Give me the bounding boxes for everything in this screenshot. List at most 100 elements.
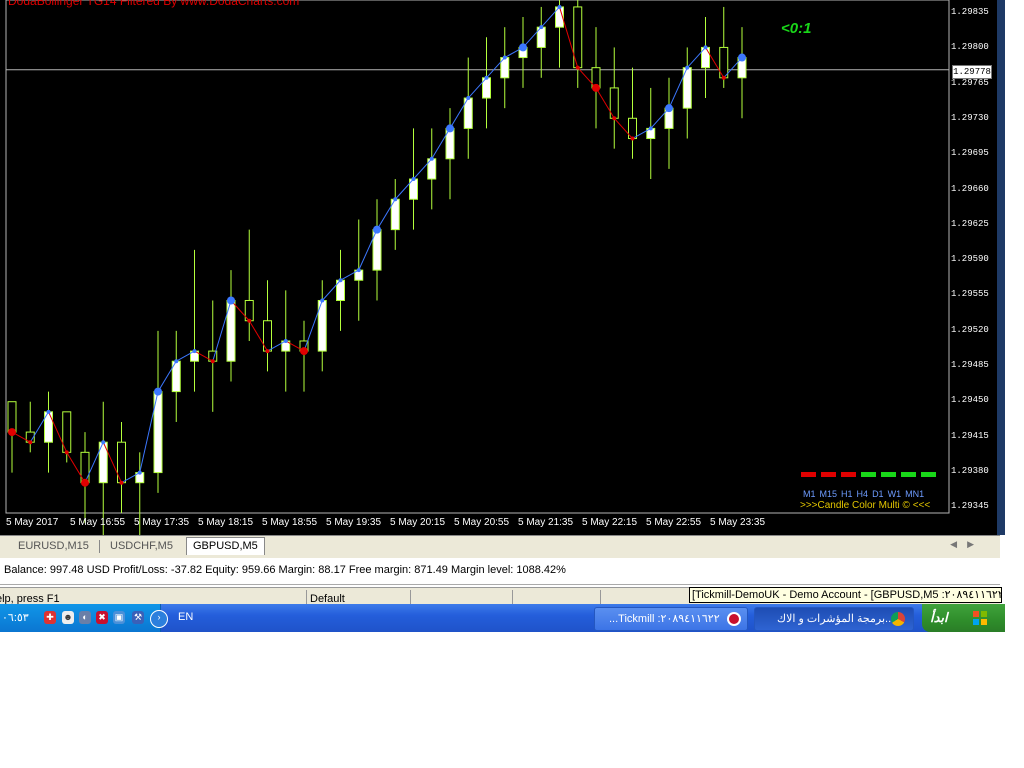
price-tick-label: 1.29625 [951,218,989,229]
indicator-dot-blue [429,156,434,161]
time-tick-label: 5 May 22:55 [646,517,702,528]
indicator-dot-blue [320,298,325,303]
ratio-label: <0:1 [781,20,812,37]
start-label: ابدأ [930,610,948,625]
chart-panel[interactable]: DodaBollinger TG14 Filtered By www.DodaC… [0,0,1005,535]
indicator-dot-blue [685,65,690,70]
price-tick-label: 1.29415 [951,430,989,441]
indicator-dot-red [81,478,89,487]
timeframe-status-bar [801,472,816,477]
tools-icon[interactable]: ⚒ [132,611,144,624]
chevron-right-icon[interactable]: ▶ [967,539,984,549]
chrome-icon [891,612,905,626]
language-indicator[interactable]: EN [178,611,193,623]
timeframe-label: W1 [887,489,902,499]
indicator-dot-red [612,116,617,121]
time-tick-label: 5 May 16:55 [70,517,126,528]
price-tick-label: 1.29765 [951,77,989,88]
chart-frame [5,0,950,514]
indicator-dot-red [721,75,726,80]
timeframe-status-bar [861,472,876,477]
indicator-dot-blue [738,53,746,62]
indicator-dot-red [119,480,124,485]
indicator-dot-blue [283,338,288,343]
windows-logo-icon [973,611,987,625]
security-icon[interactable]: ✖ [96,611,108,624]
timeframe-status-bar [841,472,856,477]
time-tick-label: 5 May 22:15 [582,517,638,528]
indicator-dot-blue [174,359,179,364]
chart-tabs-bar: EURUSD,M15 USDCHF,M5 GBPUSD,M5 ◀▶ [0,535,1000,559]
indicator-dot-blue [466,96,471,101]
indicator-dot-blue [227,296,235,305]
indicator-dot-red [265,349,270,354]
window-edge [997,0,1005,535]
indicator-dot-blue [502,55,507,60]
status-divider [410,590,411,605]
tab-scroll-arrows[interactable]: ◀▶ [950,539,984,550]
indicator-dot-blue [519,43,527,52]
start-button[interactable]: ابدأ [922,604,1005,632]
status-divider [512,590,513,605]
indicator-dot-red [64,450,69,455]
tab-usdchf-m5[interactable]: USDCHF,M5 [104,538,179,555]
price-tick-label: 1.29345 [951,501,989,512]
time-tick-label: 5 May 20:55 [454,517,510,528]
mascot-icon[interactable]: ☻ [62,611,74,624]
price-tick-label: 1.29590 [951,254,989,265]
indicator-dot-blue [192,349,197,354]
price-tick-label: 1.29450 [951,395,989,406]
indicator-dot-blue [101,440,106,445]
indicator-dot-blue [356,268,361,273]
price-chart[interactable] [0,0,1005,535]
price-tick-label: 1.29660 [951,183,989,194]
system-tray: ٠٦:٥٣ ✚ ☻ ◐ ✖ ▣ ⚒ › [0,604,168,632]
tray-clock: ٠٦:٥٣ [2,612,29,624]
price-tick-label: 1.29800 [951,42,989,53]
indicator-dot-blue [373,225,381,234]
current-price-label: 1.29778 [952,65,992,79]
price-tick-label: 1.29730 [951,112,989,123]
indicator-dot-red [247,318,252,323]
indicator-dot-blue [539,25,544,30]
indicator-dot-blue [446,124,454,133]
indicator-dot-blue [648,126,653,131]
timeframe-status-bar [921,472,936,477]
indicator-dot-red [592,83,600,92]
indicator-dot-red [8,428,16,437]
speaker-icon[interactable]: ◐ [79,611,91,624]
time-tick-label: 5 May 18:15 [198,517,254,528]
time-tick-label: 5 May 23:35 [710,517,766,528]
timeframe-label: M15 [819,489,838,499]
indicator-dot-blue [46,409,51,414]
indicator-name: >>>Candle Color Multi © <<< [800,500,931,511]
timeframe-label: H4 [856,489,869,499]
price-tick-label: 1.29485 [951,360,989,370]
timeframe-status-bar [881,472,896,477]
account-summary: Balance: 997.48 USD Profit/Loss: -37.82 … [4,564,566,576]
chevron-left-icon[interactable]: ◀ [950,539,967,549]
price-tick-label: 1.29555 [951,289,989,300]
tab-gbpusd-m5[interactable]: GBPUSD,M5 [186,537,265,555]
taskbar-button-tickmill[interactable]: ...Tickmill :٢٠٨٩٤١١٦٢٢ [594,607,748,631]
price-tick-label: 1.29835 [951,7,989,17]
time-tick-label: 5 May 18:55 [262,517,318,528]
shield-icon[interactable]: ✚ [44,611,56,624]
taskbar-label: ...Tickmill :٢٠٨٩٤١١٦٢٢ [609,613,720,625]
indicator-dot-red [28,440,33,445]
timeframe-labels: M1 M15 H1 H4 D1 W1 MN1 [803,489,928,499]
expand-tray-icon[interactable]: › [150,610,168,628]
account-summary-bar: Balance: 997.48 USD Profit/Loss: -37.82 … [0,558,1000,585]
price-tick-label: 1.29380 [951,465,989,476]
tab-eurusd-m15[interactable]: EURUSD,M15 [12,538,95,555]
indicator-dot-blue [703,45,708,50]
taskbar-button-browser[interactable]: برمجة المؤشرات و الاك... [754,607,914,631]
windows-taskbar: ٠٦:٥٣ ✚ ☻ ◐ ✖ ▣ ⚒ › EN ...Tickmill :٢٠٨٩… [0,604,1005,632]
timeframe-status-bar [901,472,916,477]
indicator-dot-blue [665,104,673,113]
timeframe-status-bar [821,472,836,477]
price-tick-label: 1.29695 [951,148,989,159]
timeframe-label: H1 [841,489,853,499]
time-tick-label: 5 May 20:15 [390,517,446,528]
network-icon[interactable]: ▣ [113,611,125,624]
